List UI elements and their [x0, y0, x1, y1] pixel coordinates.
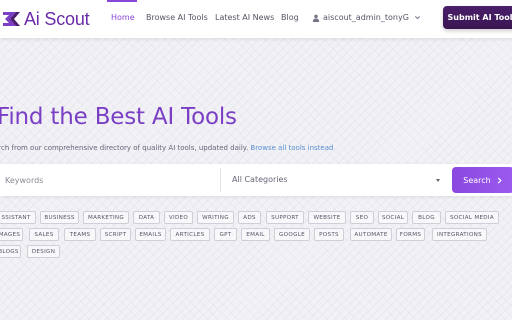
top-navbar: Ai Scout Home Browse AI Tools Latest AI …: [0, 0, 512, 38]
nav-browse-ai-tools[interactable]: Browse AI Tools: [146, 13, 208, 22]
tag-automate[interactable]: AUTOMATE: [350, 228, 392, 241]
nav-latest-ai-news[interactable]: Latest AI News: [215, 13, 274, 22]
tag-articles[interactable]: ARTICLES: [170, 228, 210, 241]
tag-ads[interactable]: ADS: [238, 211, 261, 224]
tag-forms[interactable]: FORMS: [396, 228, 425, 241]
keywords-input[interactable]: [0, 164, 220, 196]
tag-emails[interactable]: EMAILS: [135, 228, 166, 241]
submit-ai-tool-button[interactable]: Submit AI Tool: [443, 6, 512, 29]
nav-blog[interactable]: Blog: [281, 13, 299, 22]
tag-gpt[interactable]: GPT: [214, 228, 237, 241]
logo-mark-icon: [3, 12, 20, 26]
tag-teams[interactable]: TEAMS: [64, 228, 96, 241]
tag-data[interactable]: DATA: [133, 211, 160, 224]
tag-assistant[interactable]: SSISTANT: [0, 211, 36, 224]
tag-google[interactable]: GOOGLE: [274, 228, 310, 241]
tag-blog[interactable]: BLOG: [412, 211, 441, 224]
category-select[interactable]: All Categories: [232, 175, 288, 184]
browse-all-tools-link[interactable]: Browse all tools instead: [250, 144, 333, 152]
tag-posts[interactable]: POSTS: [314, 228, 344, 241]
hero-subtitle-text: arch from our comprehensive directory of…: [0, 144, 249, 152]
tag-sales[interactable]: SALES: [29, 228, 59, 241]
tag-social-media[interactable]: SOCIAL MEDIA: [445, 211, 499, 224]
user-menu[interactable]: aiscout_admin_tonyG: [312, 13, 421, 22]
tag-video[interactable]: VIDEO: [164, 211, 193, 224]
hero-subtitle: arch from our comprehensive directory of…: [0, 144, 333, 152]
search-button-label: Search: [463, 175, 491, 185]
username: aiscout_admin_tonyG: [323, 13, 409, 22]
chevron-right-icon: [497, 176, 502, 184]
tag-social[interactable]: SOCIAL: [378, 211, 408, 224]
nav-home[interactable]: Home: [111, 13, 135, 22]
brand-name: Ai Scout: [24, 8, 90, 29]
tag-integrations[interactable]: INTEGRATIONS: [432, 228, 487, 241]
page-title: Find the Best AI Tools: [0, 104, 237, 130]
search-bar: All Categories Search: [0, 164, 512, 196]
search-button[interactable]: Search: [452, 167, 512, 193]
active-nav-indicator: [107, 0, 137, 2]
caret-down-icon[interactable]: [436, 179, 440, 182]
brand-logo[interactable]: Ai Scout: [0, 8, 90, 30]
tag-website[interactable]: WEBSITE: [308, 211, 346, 224]
chevron-down-icon: [414, 16, 420, 20]
tag-images[interactable]: MAGES: [0, 228, 23, 241]
user-icon: [312, 14, 320, 22]
tag-support[interactable]: SUPPORT: [266, 211, 304, 224]
tag-blogs[interactable]: BLOGS: [0, 245, 21, 258]
tag-writing[interactable]: WRITING: [197, 211, 234, 224]
tag-script[interactable]: SCRIPT: [100, 228, 131, 241]
tag-design[interactable]: DESIGN: [27, 245, 60, 258]
tag-seo[interactable]: SEO: [350, 211, 374, 224]
tag-business[interactable]: BUSINESS: [40, 211, 79, 224]
search-divider: [220, 168, 221, 192]
tag-marketing[interactable]: MARKETING: [83, 211, 129, 224]
tag-email[interactable]: EMAIL: [241, 228, 270, 241]
